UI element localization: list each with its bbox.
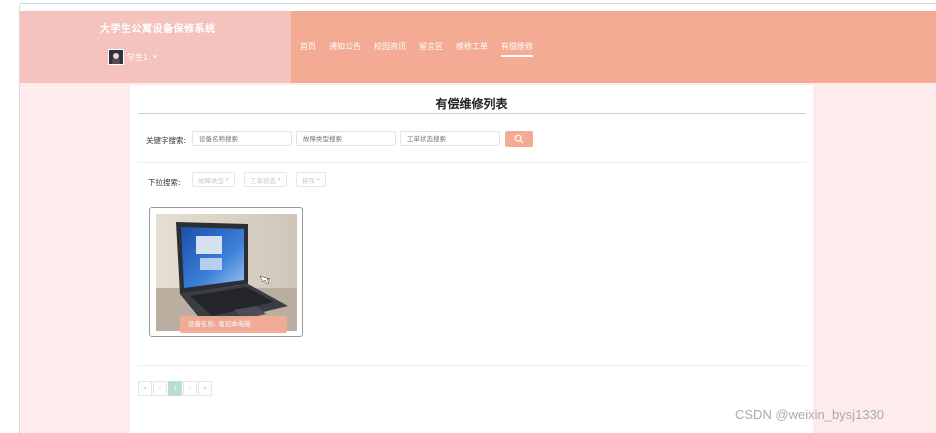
page-title: 有偿维修列表 (435, 97, 508, 111)
order-status-dropdown[interactable]: 工单状态 ▾ (244, 172, 287, 187)
first-page-button[interactable]: « (138, 381, 152, 396)
dropdown-search-label: 下拉搜索: (148, 178, 181, 187)
main-panel: 有偿维修列表 关键字搜索: 下拉搜索: 故障类型 ▾ 工单状态 ▾ 排序 ▾ (130, 85, 813, 433)
nav-item-home[interactable]: 首页 (300, 41, 316, 52)
fault-type-dropdown-label: 故障类型 (198, 176, 224, 185)
search-icon (514, 134, 524, 144)
fault-type-search-input[interactable] (296, 131, 396, 146)
nav-item-notices[interactable]: 通知公告 (329, 41, 361, 52)
top-border (20, 3, 936, 4)
repair-item-card[interactable]: 设备名称: 笔记本电脑 (149, 207, 303, 337)
list-divider (138, 365, 806, 366)
search-button[interactable] (505, 131, 533, 147)
sort-dropdown[interactable]: 排序 ▾ (296, 172, 326, 187)
user-menu[interactable]: 学生1 ▾ (108, 49, 157, 65)
nav-item-campus-news[interactable]: 校园资讯 (374, 41, 406, 52)
sort-dropdown-label: 排序 (302, 176, 315, 185)
keyword-search-label: 关键字搜索: (146, 136, 187, 145)
nav-item-paid-repair[interactable]: 有偿维修 (501, 41, 533, 57)
header: 大学生公寓设备保修系统 学生1 ▾ 首页 通知公告 校园资讯 留言区 维修工单 … (20, 11, 936, 83)
avatar (108, 49, 124, 65)
watermark: CSDN @weixin_bysj1330 (735, 407, 885, 422)
laptop-photo (156, 214, 297, 331)
chevron-down-icon: ▾ (317, 176, 320, 183)
app-title: 大学生公寓设备保修系统 (100, 24, 216, 35)
pagination: « ‹ 1 › » (138, 381, 213, 396)
next-page-button[interactable]: › (183, 381, 197, 396)
chevron-down-icon: ▾ (226, 176, 229, 183)
search-divider (138, 162, 806, 163)
device-name-search-input[interactable] (192, 131, 292, 146)
chevron-down-icon: ▾ (278, 176, 281, 183)
fault-type-dropdown[interactable]: 故障类型 ▾ (192, 172, 235, 187)
nav-item-message-board[interactable]: 留言区 (419, 41, 443, 52)
page-1-button[interactable]: 1 (168, 381, 182, 396)
chevron-down-icon: ▾ (153, 53, 157, 61)
order-status-dropdown-label: 工单状态 (250, 176, 276, 185)
title-divider (138, 113, 806, 114)
header-brand-area: 大学生公寓设备保修系统 学生1 ▾ (20, 11, 291, 83)
order-status-search-input[interactable] (400, 131, 500, 146)
main-nav: 首页 通知公告 校园资讯 留言区 维修工单 有偿维修 (300, 41, 546, 57)
user-name: 学生1 (127, 52, 149, 62)
last-page-button[interactable]: » (198, 381, 212, 396)
card-caption: 设备名称: 笔记本电脑 (180, 316, 287, 333)
prev-page-button[interactable]: ‹ (153, 381, 167, 396)
nav-item-repair-orders[interactable]: 维修工单 (456, 41, 488, 52)
